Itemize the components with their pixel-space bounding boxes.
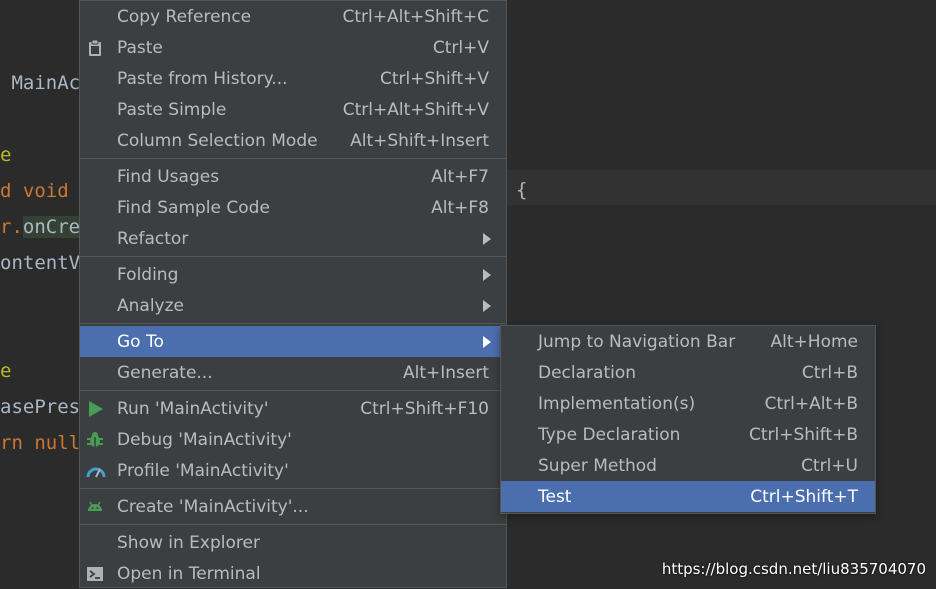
submenu-item-shortcut: Ctrl+Alt+B	[764, 393, 858, 414]
submenu-item-label: Declaration	[538, 362, 637, 383]
code-line-8: rn null	[0, 432, 81, 454]
menu-item-create-mainactivity[interactable]: Create 'MainActivity'...	[80, 491, 506, 522]
submenu-item-label: Jump to Navigation Bar	[538, 331, 736, 352]
menu-item-analyze[interactable]: Analyze	[80, 290, 506, 321]
submenu-item-label: Super Method	[538, 455, 657, 476]
menu-item-label: Folding	[117, 264, 179, 285]
menu-separator	[80, 488, 506, 489]
goto-submenu: Jump to Navigation Bar Alt+Home Declaratio…	[500, 325, 876, 514]
menu-item-shortcut: Alt+F7	[431, 166, 489, 187]
menu-item-copy-reference[interactable]: Copy Reference Ctrl+Alt+Shift+C	[80, 1, 506, 32]
code-line-2: e	[0, 144, 12, 166]
submenu-item-implementation-s[interactable]: Implementation(s) Ctrl+Alt+B	[501, 388, 875, 419]
editor-context-menu: Copy Reference Ctrl+Alt+Shift+C Paste Ctrl+…	[79, 0, 507, 588]
menu-item-paste[interactable]: Paste Ctrl+V	[80, 32, 506, 63]
submenu-item-type-declaration[interactable]: Type Declaration Ctrl+Shift+B	[501, 419, 875, 450]
menu-item-paste-simple[interactable]: Paste Simple Ctrl+Alt+Shift+V	[80, 94, 506, 125]
menu-item-folding[interactable]: Folding	[80, 259, 506, 290]
code-line-1: MainAc	[0, 72, 81, 94]
menu-item-shortcut: Alt+Shift+Insert	[350, 130, 489, 151]
menu-item-label: Create 'MainActivity'...	[117, 496, 309, 517]
submenu-item-shortcut: Ctrl+Shift+B	[748, 424, 858, 445]
watermark: https://blog.csdn.net/liu835704070	[661, 560, 926, 578]
menu-item-paste-from-history[interactable]: Paste from History... Ctrl+Shift+V	[80, 63, 506, 94]
submenu-item-shortcut: Ctrl+U	[801, 455, 858, 476]
open-brace: {	[516, 179, 528, 201]
menu-item-shortcut: Ctrl+Shift+V	[379, 68, 489, 89]
menu-item-label: Find Sample Code	[117, 197, 270, 218]
menu-item-label: Refactor	[117, 228, 189, 249]
menu-item-debug-mainactivity[interactable]: Debug 'MainActivity'	[80, 424, 506, 455]
submenu-arrow-icon	[483, 233, 491, 245]
menu-separator	[80, 323, 506, 324]
run-icon	[86, 400, 104, 418]
code-line-7: asePres	[0, 396, 81, 418]
menu-separator	[80, 158, 506, 159]
menu-item-open-in-terminal[interactable]: Open in Terminal	[80, 558, 506, 589]
profile-icon	[86, 462, 106, 480]
submenu-arrow-icon	[483, 336, 491, 348]
menu-item-label: Debug 'MainActivity'	[117, 429, 292, 450]
menu-item-label: Find Usages	[117, 166, 220, 187]
menu-item-shortcut: Alt+F8	[431, 197, 489, 218]
menu-item-label: Generate...	[117, 362, 213, 383]
menu-item-refactor[interactable]: Refactor	[80, 223, 506, 254]
code-line-3: d void	[0, 180, 81, 202]
submenu-item-declaration[interactable]: Declaration Ctrl+B	[501, 357, 875, 388]
menu-item-shortcut: Alt+Insert	[402, 362, 489, 383]
menu-item-shortcut: Ctrl+Shift+F10	[360, 398, 489, 419]
menu-item-profile-mainactivity[interactable]: Profile 'MainActivity'	[80, 455, 506, 486]
clipboard-icon	[86, 39, 104, 57]
terminal-icon	[86, 565, 104, 583]
menu-item-label: Go To	[117, 331, 164, 352]
menu-separator	[80, 256, 506, 257]
submenu-item-test[interactable]: Test Ctrl+Shift+T	[501, 481, 875, 512]
menu-item-label: Profile 'MainActivity'	[117, 460, 289, 481]
submenu-arrow-icon	[483, 269, 491, 281]
submenu-item-shortcut: Alt+Home	[770, 331, 858, 352]
menu-item-shortcut: Ctrl+V	[432, 37, 489, 58]
code-line-5: ontentV	[0, 252, 81, 274]
menu-item-label: Run 'MainActivity'	[117, 398, 269, 419]
android-icon	[86, 498, 104, 516]
menu-item-run-mainactivity[interactable]: Run 'MainActivity' Ctrl+Shift+F10	[80, 393, 506, 424]
submenu-item-shortcut: Ctrl+B	[801, 362, 858, 383]
menu-item-label: Paste Simple	[117, 99, 227, 120]
submenu-item-shortcut: Ctrl+Shift+T	[750, 486, 858, 507]
menu-item-label: Paste	[117, 37, 163, 58]
submenu-item-label: Implementation(s)	[538, 393, 696, 414]
debug-icon	[86, 431, 104, 449]
menu-item-generate[interactable]: Generate... Alt+Insert	[80, 357, 506, 388]
code-line-6: e	[0, 360, 12, 382]
menu-item-find-sample-code[interactable]: Find Sample Code Alt+F8	[80, 192, 506, 223]
menu-item-label: Show in Explorer	[117, 532, 260, 553]
submenu-item-super-method[interactable]: Super Method Ctrl+U	[501, 450, 875, 481]
submenu-item-label: Test	[538, 486, 572, 507]
menu-item-label: Analyze	[117, 295, 184, 316]
menu-item-label: Column Selection Mode	[117, 130, 318, 151]
menu-item-label: Copy Reference	[117, 6, 252, 27]
current-line-highlight	[506, 170, 936, 205]
menu-item-find-usages[interactable]: Find Usages Alt+F7	[80, 161, 506, 192]
menu-item-label: Open in Terminal	[117, 563, 261, 584]
submenu-item-label: Type Declaration	[538, 424, 681, 445]
menu-item-column-selection-mode[interactable]: Column Selection Mode Alt+Shift+Insert	[80, 125, 506, 156]
menu-item-shortcut: Ctrl+Alt+Shift+C	[342, 6, 489, 27]
menu-separator	[80, 390, 506, 391]
menu-item-shortcut: Ctrl+Alt+Shift+V	[342, 99, 489, 120]
submenu-item-jump-to-navigation-bar[interactable]: Jump to Navigation Bar Alt+Home	[501, 326, 875, 357]
menu-item-show-in-explorer[interactable]: Show in Explorer	[80, 527, 506, 558]
menu-item-go-to[interactable]: Go To	[80, 326, 506, 357]
submenu-arrow-icon	[483, 300, 491, 312]
menu-separator	[80, 524, 506, 525]
code-line-4: r.onCre	[0, 216, 81, 238]
menu-item-label: Paste from History...	[117, 68, 288, 89]
